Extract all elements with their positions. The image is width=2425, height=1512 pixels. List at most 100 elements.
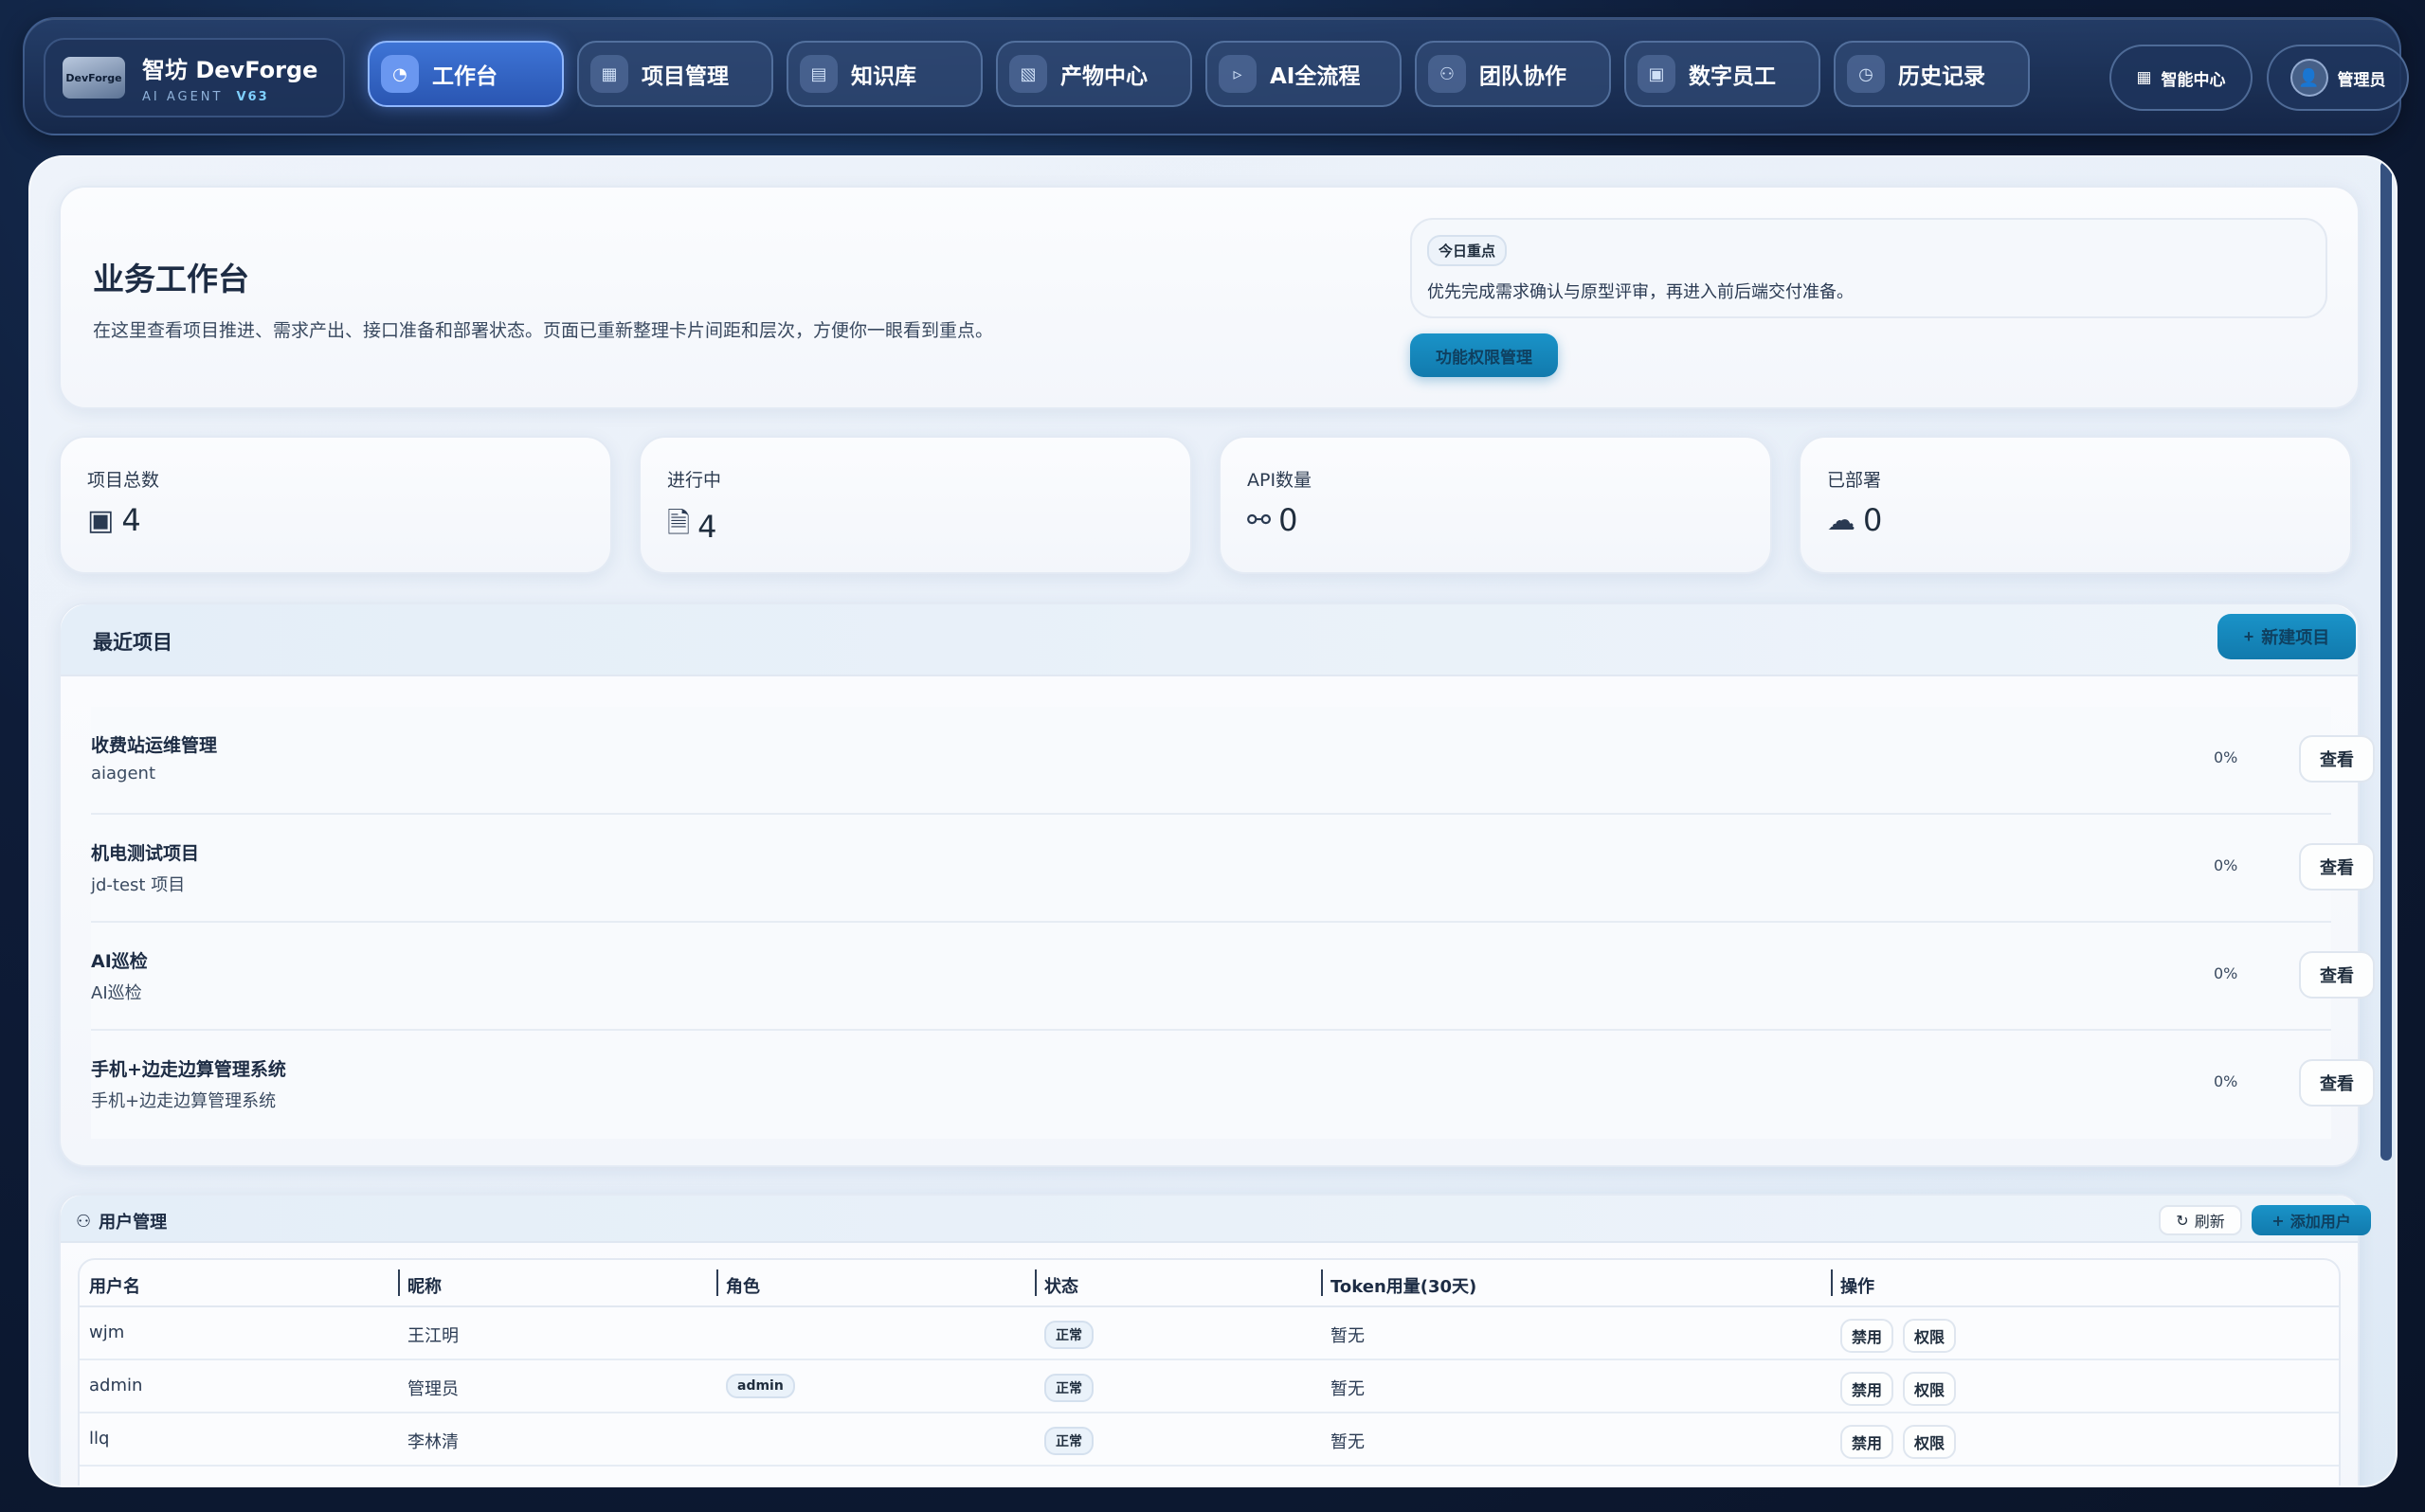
project-row[interactable]: 手机+边走边算管理系统 手机+边走边算管理系统 0% 查看 <box>91 1031 2375 1139</box>
user-table: 用户名 昵称 角色 状态 Token用量(30天) 操作 wjm 王江明 正常 暂无 禁用 权限 ad… <box>78 1258 2341 1485</box>
username-cell: admin <box>89 1376 143 1395</box>
plug-icon: ⚯ <box>1247 503 1272 537</box>
user-avatar-icon: 👤 <box>2289 59 2328 97</box>
user-management-header: ⚇ 用户管理 ↻ 刷新 + 添加用户 <box>61 1196 2371 1243</box>
column-header[interactable]: 角色 <box>726 1273 760 1298</box>
user-management-card: ⚇ 用户管理 ↻ 刷新 + 添加用户 用户名 昵称 角色 状态 Token用量(30天)… <box>59 1194 2371 1485</box>
project-name: 收费站运维管理 <box>91 735 218 756</box>
status-badge: 正常 <box>1044 1321 1094 1349</box>
nav-item-label: 工作台 <box>432 64 498 89</box>
nav-item-2[interactable]: ▤ 知识库 <box>787 41 983 107</box>
disable-user-button[interactable]: 禁用 <box>1840 1425 1894 1459</box>
user-permission-button[interactable]: 权限 <box>1903 1425 1957 1459</box>
user-table-header: 用户名 昵称 角色 状态 Token用量(30天) 操作 <box>80 1260 2339 1307</box>
brand-text: 智坊 DevForge AI AGENT V63 <box>142 51 317 104</box>
stat-card: 进行中 🗎 4 <box>639 436 1192 574</box>
stat-card: 已部署 ☁ 0 <box>1799 436 2352 574</box>
column-separator[interactable] <box>1035 1269 1037 1296</box>
main-scrollbar[interactable] <box>2380 161 2392 1161</box>
project-progress: 0% <box>2214 748 2238 766</box>
role-badge: admin <box>726 1374 795 1398</box>
nav-item-5[interactable]: ⚇ 团队协作 <box>1415 41 1611 107</box>
brand[interactable]: DevForge 智坊 DevForge AI AGENT V63 <box>44 38 345 117</box>
project-description: jd-test 项目 <box>91 875 186 895</box>
column-header[interactable]: 昵称 <box>407 1273 442 1298</box>
column-separator[interactable] <box>398 1269 400 1296</box>
stat-value-row: 🗎 4 <box>667 502 716 550</box>
disable-user-button[interactable]: 禁用 <box>1840 1372 1894 1406</box>
column-separator[interactable] <box>1321 1269 1323 1296</box>
stat-label: 项目总数 <box>87 470 160 491</box>
team-icon: ⚇ <box>76 1211 92 1232</box>
nav-item-0[interactable]: ◔ 工作台 <box>368 41 564 107</box>
nav-item-4[interactable]: ▹ AI全流程 <box>1205 41 1402 107</box>
admin-user-button[interactable]: 👤 管理员 <box>2267 45 2409 111</box>
user-management-title: ⚇ 用户管理 <box>76 1209 167 1233</box>
add-user-button[interactable]: + 添加用户 <box>2252 1205 2371 1235</box>
smart-center-label: 智能中心 <box>2161 70 2226 90</box>
nav-item-3[interactable]: ▧ 产物中心 <box>996 41 1192 107</box>
stat-value: 4 <box>121 502 141 538</box>
project-row[interactable]: 机电测试项目 jd-test 项目 0% 查看 <box>91 815 2375 923</box>
new-project-button[interactable]: + 新建项目 <box>2217 614 2356 659</box>
refresh-button[interactable]: ↻ 刷新 <box>2159 1205 2242 1235</box>
today-focus-tag: 今日重点 <box>1427 235 1508 266</box>
user-permission-button[interactable]: 权限 <box>1903 1319 1957 1353</box>
brand-name: 智坊 DevForge <box>142 57 318 83</box>
nav-item-6[interactable]: ▣ 数字员工 <box>1624 41 1820 107</box>
status-badge: 正常 <box>1044 1374 1094 1402</box>
status-badge: 正常 <box>1044 1427 1094 1455</box>
new-project-label: 新建项目 <box>2261 628 2330 647</box>
column-separator[interactable] <box>1831 1269 1833 1296</box>
column-header[interactable]: 操作 <box>1840 1273 1874 1298</box>
page-title: 业务工作台 <box>93 261 249 297</box>
project-row[interactable]: 收费站运维管理 aiagent 0% 查看 <box>91 707 2375 815</box>
view-project-button[interactable]: 查看 <box>2299 843 2375 891</box>
project-row[interactable]: AI巡检 AI巡检 0% 查看 <box>91 923 2375 1031</box>
column-header[interactable]: 状态 <box>1044 1273 1078 1298</box>
nickname-cell: 管理员 <box>407 1379 459 1399</box>
username-cell: llq <box>89 1429 110 1449</box>
view-project-button[interactable]: 查看 <box>2299 735 2375 783</box>
book-icon: ▤ <box>800 55 838 93</box>
robot-icon: ▣ <box>1638 55 1675 93</box>
stat-card: API数量 ⚯ 0 <box>1219 436 1772 574</box>
view-project-button[interactable]: 查看 <box>2299 951 2375 999</box>
clock-icon: ◷ <box>1847 55 1885 93</box>
hero-card: 业务工作台 在这里查看项目推进、需求产出、接口准备和部署状态。页面已重新整理卡片… <box>59 186 2360 409</box>
recent-projects-title: 最近项目 <box>93 631 172 654</box>
column-separator[interactable] <box>716 1269 718 1296</box>
user-permission-button[interactable]: 权限 <box>1903 1372 1957 1406</box>
stat-value-row: ⚯ 0 <box>1247 502 1298 538</box>
stat-value: 0 <box>1278 502 1298 538</box>
stat-value: 0 <box>1863 502 1883 538</box>
terminal-icon: ▹ <box>1219 55 1257 93</box>
nav-item-1[interactable]: ▦ 项目管理 <box>577 41 773 107</box>
refresh-label: 刷新 <box>2194 1213 2225 1231</box>
project-description: 手机+边走边算管理系统 <box>91 1091 277 1111</box>
username-cell: wjm <box>89 1323 125 1342</box>
plus-icon: + <box>2271 1211 2285 1230</box>
permission-manage-button[interactable]: 功能权限管理 <box>1410 333 1558 377</box>
nav-item-label: 历史记录 <box>1898 64 1985 89</box>
disable-user-button[interactable]: 禁用 <box>1840 1319 1894 1353</box>
column-header[interactable]: 用户名 <box>89 1273 140 1298</box>
grid-icon: ▦ <box>2136 68 2152 87</box>
nav-item-label: AI全流程 <box>1270 64 1361 89</box>
main-nav: ◔ 工作台 ▦ 项目管理 ▤ 知识库 ▧ 产物中心 ▹ AI全流程 ⚇ 团队协作 ▣ 数字员工 ◷ 历史记录 <box>368 41 2030 107</box>
file-icon: ▧ <box>1009 55 1047 93</box>
kanban-icon: ▣ <box>87 503 115 537</box>
kanban-icon: ▦ <box>590 55 628 93</box>
column-header[interactable]: Token用量(30天) <box>1330 1273 1476 1298</box>
dashboard-icon: ◔ <box>381 55 419 93</box>
nav-item-7[interactable]: ◷ 历史记录 <box>1834 41 2030 107</box>
token-usage-cell: 暂无 <box>1330 1432 1365 1452</box>
main-panel: 业务工作台 在这里查看项目推进、需求产出、接口准备和部署状态。页面已重新整理卡片… <box>28 155 2398 1487</box>
nav-item-label: 数字员工 <box>1689 64 1776 89</box>
stat-card: 项目总数 ▣ 4 <box>59 436 612 574</box>
project-progress: 0% <box>2214 856 2238 874</box>
smart-center-button[interactable]: ▦ 智能中心 <box>2109 45 2253 111</box>
view-project-button[interactable]: 查看 <box>2299 1059 2375 1107</box>
stat-label: API数量 <box>1247 470 1312 491</box>
plus-icon: + <box>2243 626 2254 646</box>
